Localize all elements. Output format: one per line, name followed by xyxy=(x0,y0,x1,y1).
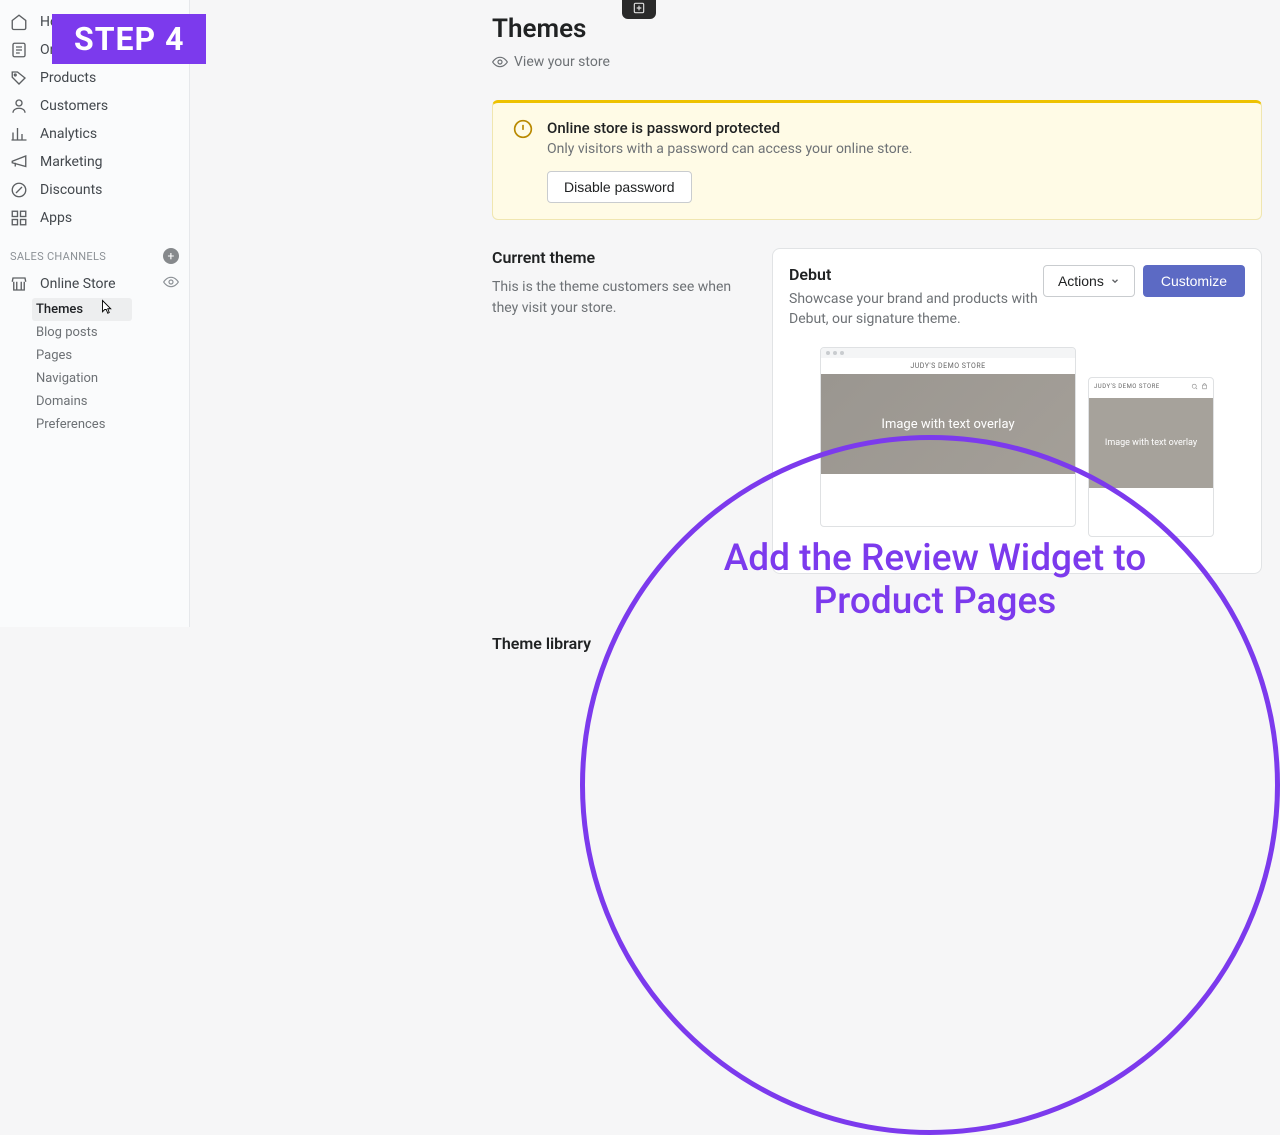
page-title: Themes xyxy=(492,14,1262,44)
theme-card: Debut Showcase your brand and products w… xyxy=(772,248,1262,574)
sidebar-item-label: Apps xyxy=(40,210,72,226)
customize-button[interactable]: Customize xyxy=(1143,265,1245,297)
add-channel-button[interactable]: + xyxy=(163,248,179,264)
subnav-label: Domains xyxy=(36,394,87,409)
preview-chrome xyxy=(821,348,1075,358)
step-badge: STEP 4 xyxy=(52,14,206,64)
orders-icon xyxy=(10,41,28,59)
subnav-label: Preferences xyxy=(36,417,105,432)
apps-icon xyxy=(10,209,28,227)
disable-password-button[interactable]: Disable password xyxy=(547,171,692,203)
sidebar-item-apps[interactable]: Apps xyxy=(0,204,189,232)
sidebar-item-label: Discounts xyxy=(40,182,102,198)
warning-icon xyxy=(513,119,533,143)
sidebar-item-online-store[interactable]: Online Store xyxy=(0,270,163,298)
channels-header: SALES CHANNELS + xyxy=(0,232,189,270)
sidebar-item-label: Online Store xyxy=(40,276,116,292)
subnav-navigation[interactable]: Navigation xyxy=(36,367,189,390)
sidebar-item-analytics[interactable]: Analytics xyxy=(0,120,189,148)
sidebar-item-label: Analytics xyxy=(40,126,97,142)
subnav-label: Blog posts xyxy=(36,325,98,340)
discounts-icon xyxy=(10,181,28,199)
subnav-preferences[interactable]: Preferences xyxy=(36,413,189,436)
actions-label: Actions xyxy=(1058,273,1104,289)
view-store-icon[interactable] xyxy=(163,274,179,294)
mobile-header-icons xyxy=(1191,383,1208,390)
view-store-label: View your store xyxy=(514,54,610,70)
password-alert: Online store is password protected Only … xyxy=(492,100,1262,220)
subnav-domains[interactable]: Domains xyxy=(36,390,189,413)
channels-header-label: SALES CHANNELS xyxy=(10,250,106,263)
preview-hero-text: Image with text overlay xyxy=(821,374,1075,474)
sidebar-item-discounts[interactable]: Discounts xyxy=(0,176,189,204)
sidebar-item-customers[interactable]: Customers xyxy=(0,92,189,120)
home-icon xyxy=(10,13,28,31)
sidebar-item-label: Customers xyxy=(40,98,108,114)
customers-icon xyxy=(10,97,28,115)
subnav-blog-posts[interactable]: Blog posts xyxy=(36,321,189,344)
sidebar-item-marketing[interactable]: Marketing xyxy=(0,148,189,176)
marketing-icon xyxy=(10,153,28,171)
products-icon xyxy=(10,69,28,87)
store-icon xyxy=(10,275,28,293)
subnav-label: Navigation xyxy=(36,371,98,386)
actions-button[interactable]: Actions xyxy=(1043,265,1135,297)
sidebar-item-products[interactable]: Products xyxy=(0,64,189,92)
view-store-link[interactable]: View your store xyxy=(492,54,1262,70)
subnav-label: Pages xyxy=(36,348,72,363)
sidebar: Home Orders Products Customers Analytics… xyxy=(0,0,190,627)
preview-mobile: JUDY'S DEMO STORE Image with text overla… xyxy=(1088,377,1214,537)
subnav-label: Themes xyxy=(36,302,83,317)
sidebar-item-label: Products xyxy=(40,70,96,86)
theme-preview: JUDY'S DEMO STORE Image with text overla… xyxy=(789,347,1245,557)
current-theme-desc: This is the theme customers see when the… xyxy=(492,277,752,319)
chevron-down-icon xyxy=(1110,276,1120,286)
preview-mobile-hero-text: Image with text overlay xyxy=(1089,398,1213,488)
theme-library-heading: Theme library xyxy=(492,634,1262,653)
subnav-themes[interactable]: Themes xyxy=(32,298,132,321)
analytics-icon xyxy=(10,125,28,143)
alert-desc: Only visitors with a password can access… xyxy=(547,141,912,157)
subnav-pages[interactable]: Pages xyxy=(36,344,189,367)
preview-mobile-store-name: JUDY'S DEMO STORE xyxy=(1094,383,1160,390)
theme-desc: Showcase your brand and products with De… xyxy=(789,290,1043,329)
sidebar-item-label: Marketing xyxy=(40,154,103,170)
preview-desktop: JUDY'S DEMO STORE Image with text overla… xyxy=(820,347,1076,527)
preview-store-name: JUDY'S DEMO STORE xyxy=(821,358,1075,374)
alert-title: Online store is password protected xyxy=(547,119,912,137)
current-theme-heading: Current theme xyxy=(492,248,752,267)
eye-icon xyxy=(492,54,508,70)
theme-name: Debut xyxy=(789,265,1043,284)
main-content: Themes View your store Online store is p… xyxy=(492,14,1262,653)
